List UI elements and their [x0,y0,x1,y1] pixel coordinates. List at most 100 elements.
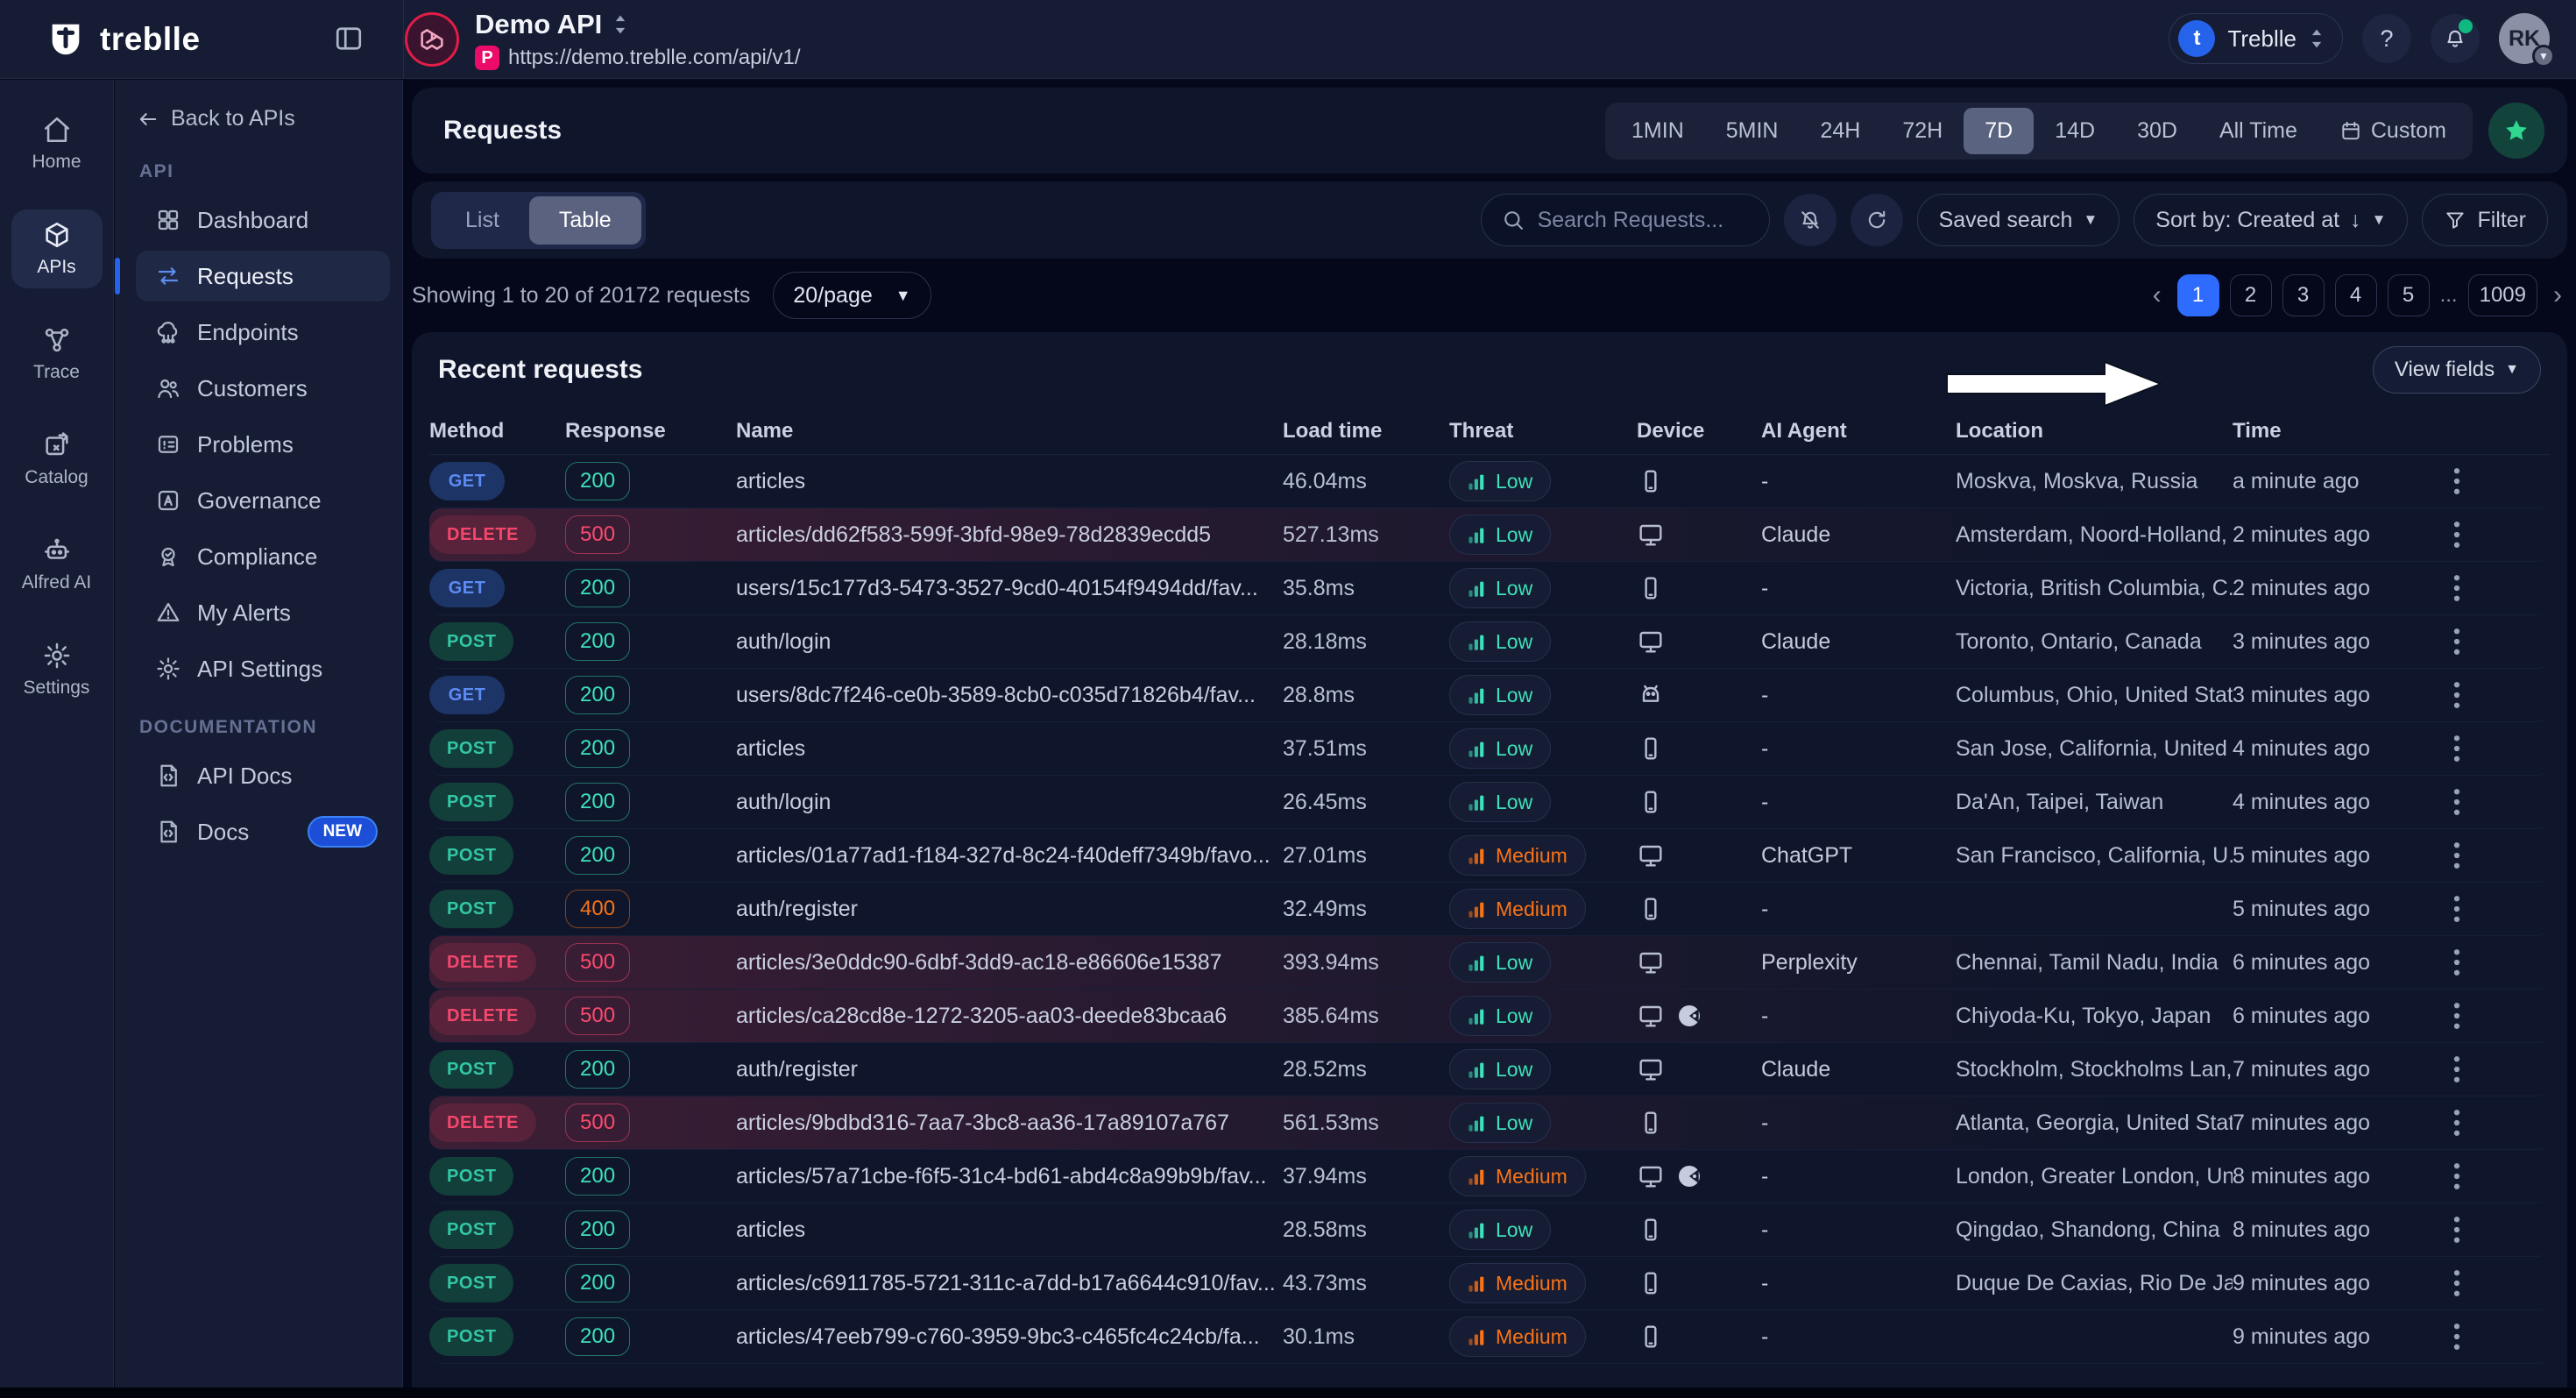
view-fields-button[interactable]: View fields ▼ [2373,346,2541,394]
table-row[interactable]: POST200articles/47eeb799-c760-3959-9bc3-… [429,1310,2550,1364]
sidebar-item-compliance[interactable]: Compliance [136,531,390,582]
view-toggle-table[interactable]: Table [529,196,641,245]
sidebar-collapse-icon[interactable] [333,23,366,56]
time-range-custom[interactable]: Custom [2318,108,2467,154]
device-cell [1637,467,1761,495]
page-button-2[interactable]: 2 [2230,274,2272,316]
search-input[interactable] [1538,208,1750,233]
table-row[interactable]: POST200auth/login26.45msLow-Da'An, Taipe… [429,776,2550,829]
time-range-30d[interactable]: 30D [2116,108,2198,154]
rail-item-catalog[interactable]: Catalog [11,420,103,499]
back-to-apis[interactable]: Back to APIs [136,106,390,131]
table-row[interactable]: POST200auth/login28.18msLowClaudeToronto… [429,615,2550,669]
page-button-1009[interactable]: 1009 [2468,274,2537,316]
table-row[interactable]: POST200articles28.58msLow-Qingdao, Shand… [429,1203,2550,1257]
device-cell [1637,574,1761,602]
chevron-left-icon[interactable]: ‹ [2148,280,2167,310]
row-menu-button[interactable] [2453,1215,2550,1245]
table-row[interactable]: POST200auth/register28.52msLowClaudeStoc… [429,1043,2550,1096]
filter-button[interactable]: Filter [2422,194,2548,246]
table-row[interactable]: POST400auth/register32.49msMedium-5 minu… [429,883,2550,936]
method-cell: DELETE [429,943,565,982]
search-box[interactable] [1481,194,1770,246]
rail-item-trace[interactable]: Trace [11,315,103,394]
threat-badge: Low [1449,568,1551,608]
row-menu-button[interactable] [2453,1001,2550,1031]
time-range-14d[interactable]: 14D [2034,108,2116,154]
row-menu-button[interactable] [2453,734,2550,763]
rail-item-apis[interactable]: APIs [11,209,103,288]
sidebar-item-api-settings[interactable]: API Settings [136,643,390,694]
time-range-5min[interactable]: 5MIN [1705,108,1800,154]
row-menu-button[interactable] [2453,1054,2550,1084]
row-menu-button[interactable] [2453,787,2550,817]
notifications-button[interactable] [2431,14,2480,63]
row-menu-button[interactable] [2453,573,2550,603]
table-row[interactable]: POST200articles/57a71cbe-f6f5-31c4-bd61-… [429,1150,2550,1203]
time-range-24h[interactable]: 24H [1799,108,1881,154]
sort-button[interactable]: Sort by: Created at ↓ ▼ [2134,194,2408,246]
chevron-right-icon[interactable]: › [2548,280,2567,310]
time-range-1min[interactable]: 1MIN [1610,108,1705,154]
column-header-threat: Threat [1449,419,1637,444]
api-switcher-icon[interactable] [612,13,628,36]
table-row[interactable]: GET200articles46.04msLow-Moskva, Moskva,… [429,455,2550,508]
row-menu-button[interactable] [2453,841,2550,870]
threat-label: Low [1496,523,1532,547]
sidebar-item-governance[interactable]: Governance [136,475,390,526]
workspace-switcher[interactable]: t Treblle [2169,13,2343,64]
method-badge: POST [429,890,513,928]
sidebar-item-problems[interactable]: Problems [136,419,390,470]
page-button-5[interactable]: 5 [2388,274,2430,316]
api-avatar[interactable] [405,12,459,67]
table-row[interactable]: DELETE500articles/3e0ddc90-6dbf-3dd9-ac1… [429,936,2550,990]
page-button-3[interactable]: 3 [2282,274,2325,316]
sidebar-item-customers[interactable]: Customers [136,363,390,414]
time-range-72h[interactable]: 72H [1881,108,1964,154]
table-row[interactable]: POST200articles/01a77ad1-f184-327d-8c24-… [429,829,2550,883]
sidebar-item-dashboard[interactable]: Dashboard [136,195,390,245]
brand-logo[interactable]: treblle [46,19,201,60]
row-menu-button[interactable] [2453,1322,2550,1352]
mute-alerts-button[interactable] [1784,194,1836,246]
favorite-button[interactable] [2488,103,2544,159]
user-avatar[interactable]: RK ▼ [2499,13,2550,64]
table-row[interactable]: POST200articles37.51msLow-San Jose, Cali… [429,722,2550,776]
table-row[interactable]: DELETE500articles/ca28cd8e-1272-3205-aa0… [429,990,2550,1043]
table-row[interactable]: GET200users/8dc7f246-ce0b-3589-8cb0-c035… [429,669,2550,722]
row-menu-button[interactable] [2453,627,2550,656]
row-menu-button[interactable] [2453,520,2550,550]
table-row[interactable]: POST200articles/c6911785-5721-311c-a7dd-… [429,1257,2550,1310]
row-menu-button[interactable] [2453,1161,2550,1191]
row-menu-button[interactable] [2453,466,2550,496]
row-menu-button[interactable] [2453,894,2550,924]
sidebar-item-docs[interactable]: DocsNEW [136,806,390,857]
table-row[interactable]: DELETE500articles/9bdbd316-7aa7-3bc8-aa3… [429,1096,2550,1150]
table-row[interactable]: GET200users/15c177d3-5473-3527-9cd0-4015… [429,562,2550,615]
saved-search-button[interactable]: Saved search ▼ [1917,194,2120,246]
rail-item-alfred-ai[interactable]: Alfred AI [11,525,103,604]
row-menu-button[interactable] [2453,947,2550,977]
sidebar-item-endpoints[interactable]: Endpoints [136,307,390,358]
row-menu-button[interactable] [2453,680,2550,710]
time-range-7d[interactable]: 7D [1964,108,2034,154]
page-button-4[interactable]: 4 [2335,274,2377,316]
page-size-select[interactable]: 20/page ▼ [773,272,931,319]
showing-text: Showing 1 to 20 of 20172 requests [412,283,750,309]
table-row[interactable]: DELETE500articles/dd62f583-599f-3bfd-98e… [429,508,2550,562]
page-button-1[interactable]: 1 [2177,274,2219,316]
sidebar-item-api-docs[interactable]: API Docs [136,750,390,801]
mobile-icon [1637,895,1665,923]
rail-item-settings[interactable]: Settings [11,630,103,709]
row-menu-button[interactable] [2453,1108,2550,1138]
view-toggle-list[interactable]: List [435,196,529,245]
sidebar-item-requests[interactable]: Requests [136,251,390,302]
rail-item-home[interactable]: Home [11,104,103,183]
sidebar-item-my-alerts[interactable]: My Alerts [136,587,390,638]
time-range-all-time[interactable]: All Time [2198,108,2318,154]
row-menu-button[interactable] [2453,1268,2550,1298]
location-cell: Atlanta, Georgia, United Stat... [1956,1111,2233,1136]
refresh-button[interactable] [1851,194,1903,246]
api-title[interactable]: Demo API [475,9,602,40]
help-button[interactable]: ? [2362,14,2411,63]
